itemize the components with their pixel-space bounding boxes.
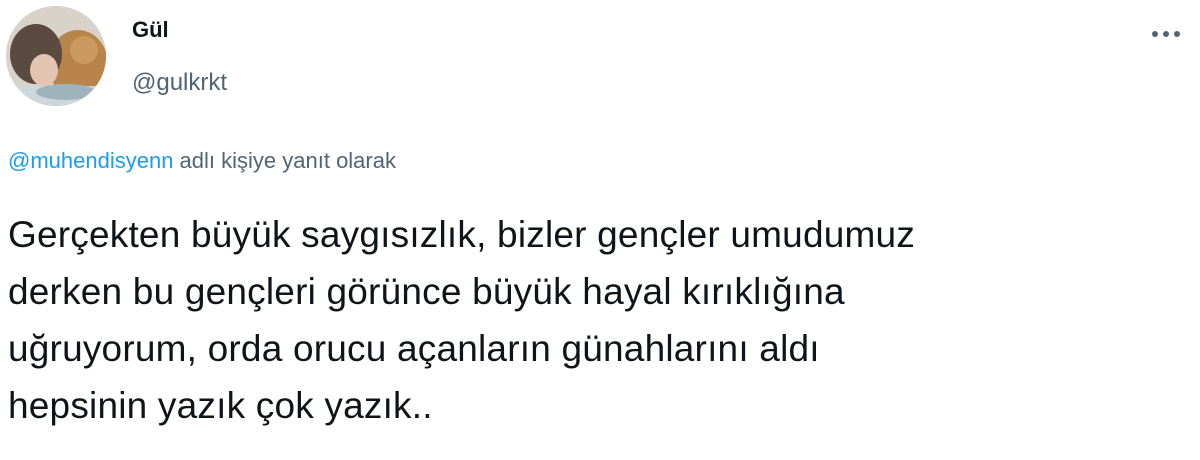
author-info: Gül @gulkrkt <box>132 16 227 98</box>
tweet-text-line: hepsinin yazık çok yazık.. <box>8 385 433 426</box>
display-name[interactable]: Gül <box>132 16 227 44</box>
tweet-text-line: uğruyorum, orda orucu açanların günahlar… <box>8 328 820 369</box>
username[interactable]: @gulkrkt <box>132 68 227 98</box>
reply-mention-link[interactable]: @muhendisyenn <box>8 148 173 173</box>
tweet-text: Gerçekten büyük saygısızlık, bizler genç… <box>8 206 1158 434</box>
reply-context: @muhendisyenn adlı kişiye yanıt olarak <box>8 146 396 176</box>
more-horizontal-icon <box>1152 31 1180 37</box>
avatar-image <box>6 6 106 106</box>
more-options-button[interactable] <box>1146 20 1186 48</box>
tweet-text-line: Gerçekten büyük saygısızlık, bizler genç… <box>8 214 916 255</box>
tweet-card: Gül @gulkrkt @muhendisyenn adlı kişiye y… <box>0 0 1200 460</box>
reply-context-label: adlı kişiye yanıt olarak <box>173 148 396 173</box>
tweet-text-line: derken bu gençleri görünce büyük hayal k… <box>8 271 845 312</box>
avatar[interactable] <box>6 6 106 106</box>
